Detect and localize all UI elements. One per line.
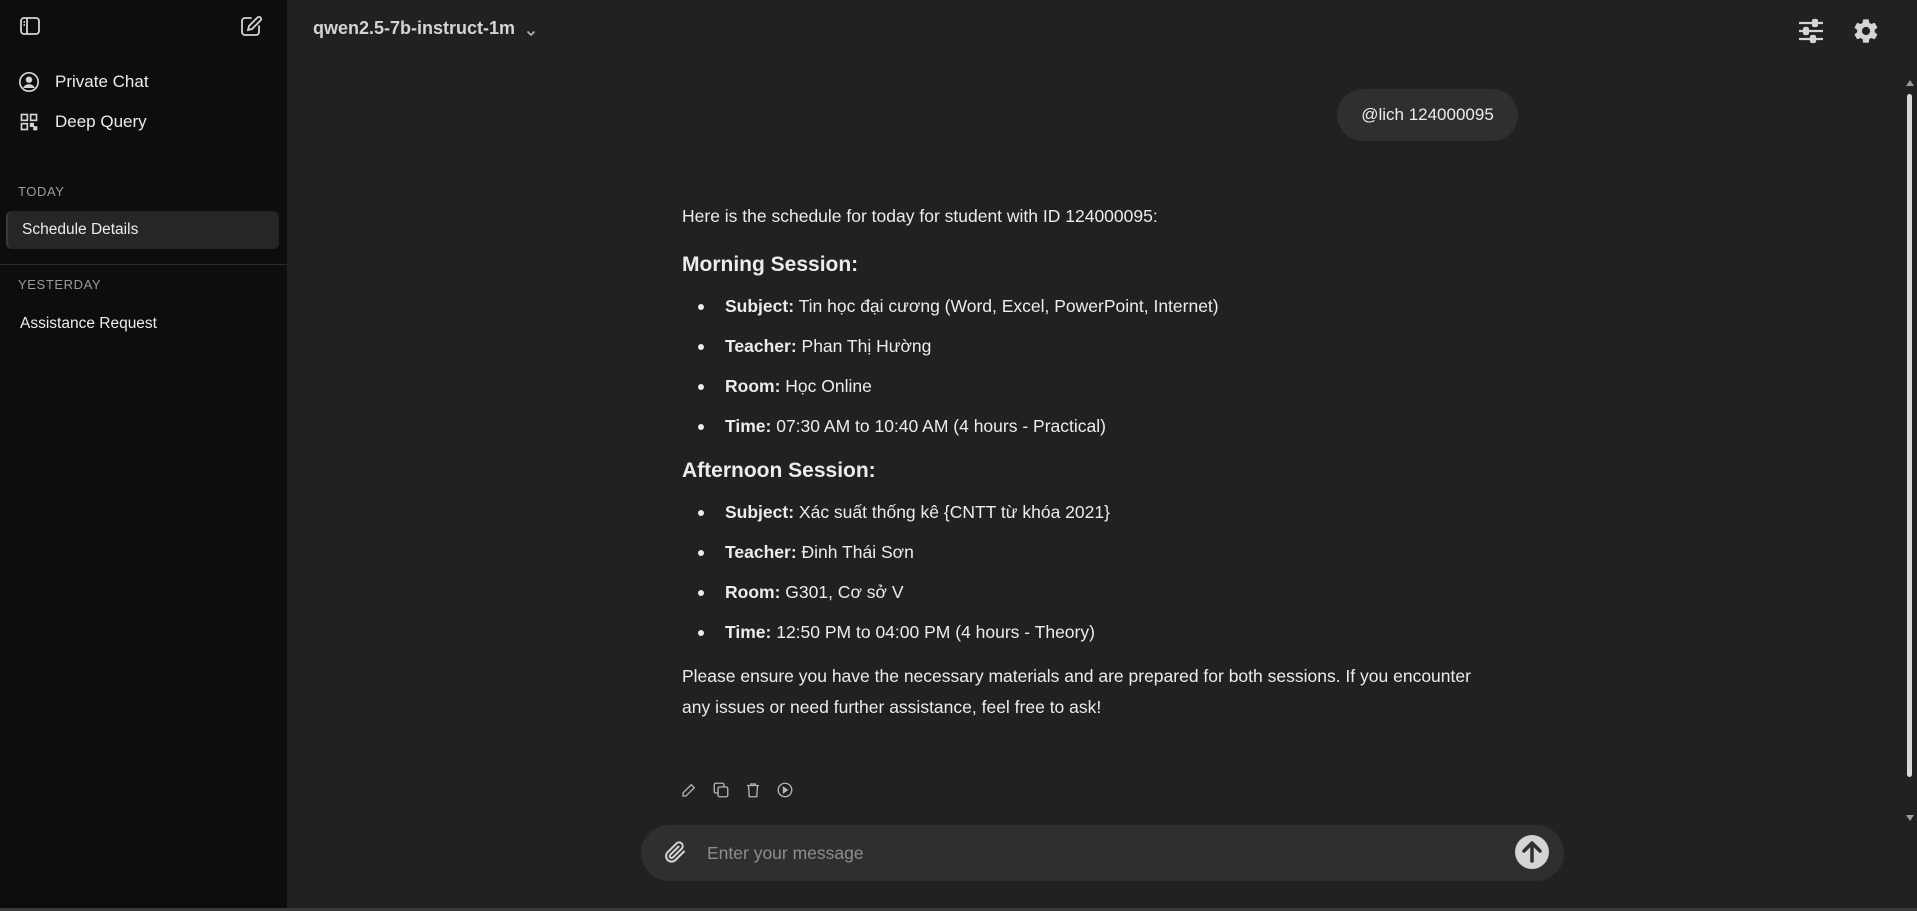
assistant-message: Here is the schedule for today for stude… bbox=[682, 203, 1482, 723]
session-heading-afternoon: Afternoon Session: bbox=[682, 459, 876, 482]
scroll-up-arrow[interactable] bbox=[1906, 80, 1914, 86]
sidebar-nav: Private Chat Deep Query bbox=[0, 62, 287, 142]
user-circle-icon bbox=[18, 71, 40, 93]
send-button[interactable] bbox=[1514, 834, 1550, 870]
qr-grid-icon bbox=[18, 111, 40, 133]
sidebar-header bbox=[18, 14, 269, 40]
section-title-yesterday: YESTERDAY bbox=[18, 277, 102, 292]
list-item: Room: Học Online bbox=[682, 373, 1482, 413]
sidebar-divider bbox=[0, 264, 287, 265]
new-chat-icon[interactable] bbox=[239, 14, 263, 38]
scrollbar-thumb[interactable] bbox=[1907, 94, 1912, 777]
sidebar-item-label: Deep Query bbox=[55, 112, 147, 131]
message-input[interactable] bbox=[707, 837, 1487, 869]
delete-icon[interactable] bbox=[744, 781, 762, 799]
session-heading-morning: Morning Session: bbox=[682, 253, 859, 276]
sidebar-item-private-chat[interactable]: Private Chat bbox=[0, 62, 287, 102]
sliders-icon[interactable] bbox=[1797, 17, 1825, 45]
list-item: Time: 12:50 PM to 04:00 PM (4 hours - Th… bbox=[682, 619, 1482, 659]
copy-icon[interactable] bbox=[712, 781, 730, 799]
list-item: Time: 07:30 AM to 10:40 AM (4 hours - Pr… bbox=[682, 413, 1482, 453]
assistant-closing: Please ensure you have the necessary mat… bbox=[682, 666, 1471, 717]
model-selector[interactable]: qwen2.5-7b-instruct-1m bbox=[313, 18, 537, 39]
message-composer bbox=[641, 825, 1564, 881]
paperclip-icon[interactable] bbox=[663, 840, 687, 864]
list-item: Subject: Tin học đại cương (Word, Excel,… bbox=[682, 293, 1482, 333]
list-item: Teacher: Đinh Thái Sơn bbox=[682, 539, 1482, 579]
sidebar-toggle-icon[interactable] bbox=[18, 14, 42, 38]
afternoon-session-list: Subject: Xác suất thống kê {CNTT từ khóa… bbox=[682, 499, 1482, 659]
edit-icon[interactable] bbox=[680, 781, 698, 799]
chat-item-assistance-request[interactable]: Assistance Request bbox=[6, 305, 279, 343]
morning-session-list: Subject: Tin học đại cương (Word, Excel,… bbox=[682, 293, 1482, 453]
list-item: Subject: Xác suất thống kê {CNTT từ khóa… bbox=[682, 499, 1482, 539]
section-title-today: TODAY bbox=[18, 184, 65, 199]
user-message-text: @lich 124000095 bbox=[1361, 105, 1494, 124]
list-item: Teacher: Phan Thị Hường bbox=[682, 333, 1482, 373]
scroll-down-arrow[interactable] bbox=[1906, 815, 1914, 821]
user-message-bubble: @lich 124000095 bbox=[1337, 89, 1518, 141]
assistant-intro: Here is the schedule for today for stude… bbox=[682, 206, 1158, 226]
list-item: Room: G301, Cơ sở V bbox=[682, 579, 1482, 619]
chat-item-schedule-details[interactable]: Schedule Details bbox=[6, 211, 279, 249]
message-actions bbox=[680, 781, 794, 799]
model-name: qwen2.5-7b-instruct-1m bbox=[313, 18, 516, 38]
sidebar-item-label: Private Chat bbox=[55, 72, 149, 91]
play-icon[interactable] bbox=[776, 781, 794, 799]
sidebar: Private Chat Deep Query TODAY Schedule D… bbox=[0, 0, 287, 908]
sidebar-item-deep-query[interactable]: Deep Query bbox=[0, 102, 287, 142]
gear-icon[interactable] bbox=[1852, 17, 1880, 45]
chevron-down-icon bbox=[525, 23, 537, 36]
